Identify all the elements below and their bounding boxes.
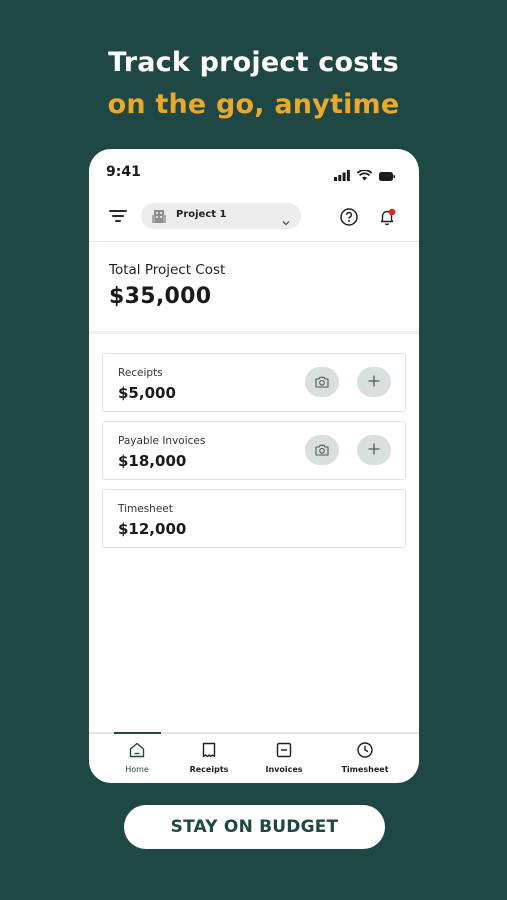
card-label: Payable Invoices	[118, 435, 206, 447]
plus-icon	[367, 441, 381, 460]
status-time: 9:41	[106, 164, 141, 180]
card-value: $5,000	[118, 384, 176, 402]
tab-receipts[interactable]: Receipts	[174, 734, 244, 783]
total-cost-value: $35,000	[109, 284, 212, 309]
card-label: Receipts	[118, 367, 163, 379]
receipts-card[interactable]: Receipts $5,000	[102, 353, 406, 412]
receipts-camera-button[interactable]	[305, 367, 339, 397]
notification-dot	[388, 208, 396, 216]
wifi-icon	[356, 166, 373, 185]
clock-icon	[356, 741, 374, 759]
phone-screen: 9:41 Project 1 Total Project Cost $35,00…	[89, 149, 419, 783]
total-cost-label: Total Project Cost	[109, 262, 226, 278]
tab-timesheet[interactable]: Timesheet	[330, 734, 400, 783]
tab-home[interactable]: Home	[102, 732, 172, 783]
help-icon[interactable]	[339, 207, 359, 227]
tab-invoices[interactable]: Invoices	[249, 734, 319, 783]
receipt-icon	[200, 741, 218, 759]
receipts-add-button[interactable]	[357, 367, 391, 397]
building-icon	[151, 208, 167, 228]
plus-icon	[367, 373, 381, 392]
chevron-down-icon	[282, 211, 290, 230]
tab-label: Invoices	[265, 765, 303, 774]
headline-line-2: on the go, anytime	[107, 89, 400, 120]
card-value: $18,000	[118, 452, 187, 470]
invoices-add-button[interactable]	[357, 435, 391, 465]
status-bar: 9:41	[89, 149, 419, 193]
invoices-camera-button[interactable]	[305, 435, 339, 465]
project-name: Project 1	[176, 209, 227, 220]
stay-on-budget-button[interactable]: STAY ON BUDGET	[124, 805, 385, 849]
card-value: $12,000	[118, 520, 187, 538]
active-tab-indicator	[114, 732, 161, 734]
bell-icon[interactable]	[377, 207, 397, 227]
project-selector[interactable]: Project 1	[141, 203, 301, 229]
camera-icon	[315, 373, 329, 392]
filter-icon[interactable]	[108, 207, 128, 225]
signal-icon	[334, 166, 350, 185]
bottom-tab-bar: Home Receipts Invoices Timesheet	[89, 732, 419, 783]
headline-line-1: Track project costs	[108, 47, 399, 78]
top-bar: Project 1	[89, 199, 419, 241]
home-icon	[128, 741, 146, 759]
card-label: Timesheet	[118, 503, 173, 515]
tab-label: Receipts	[189, 765, 229, 774]
header-divider	[89, 241, 419, 242]
summary-divider	[89, 331, 419, 334]
timesheet-card[interactable]: Timesheet $12,000	[102, 489, 406, 548]
camera-icon	[315, 441, 329, 460]
invoice-icon	[275, 741, 293, 759]
tab-label: Home	[125, 765, 149, 774]
battery-icon	[379, 166, 395, 185]
tab-label: Timesheet	[341, 765, 389, 774]
payable-invoices-card[interactable]: Payable Invoices $18,000	[102, 421, 406, 480]
